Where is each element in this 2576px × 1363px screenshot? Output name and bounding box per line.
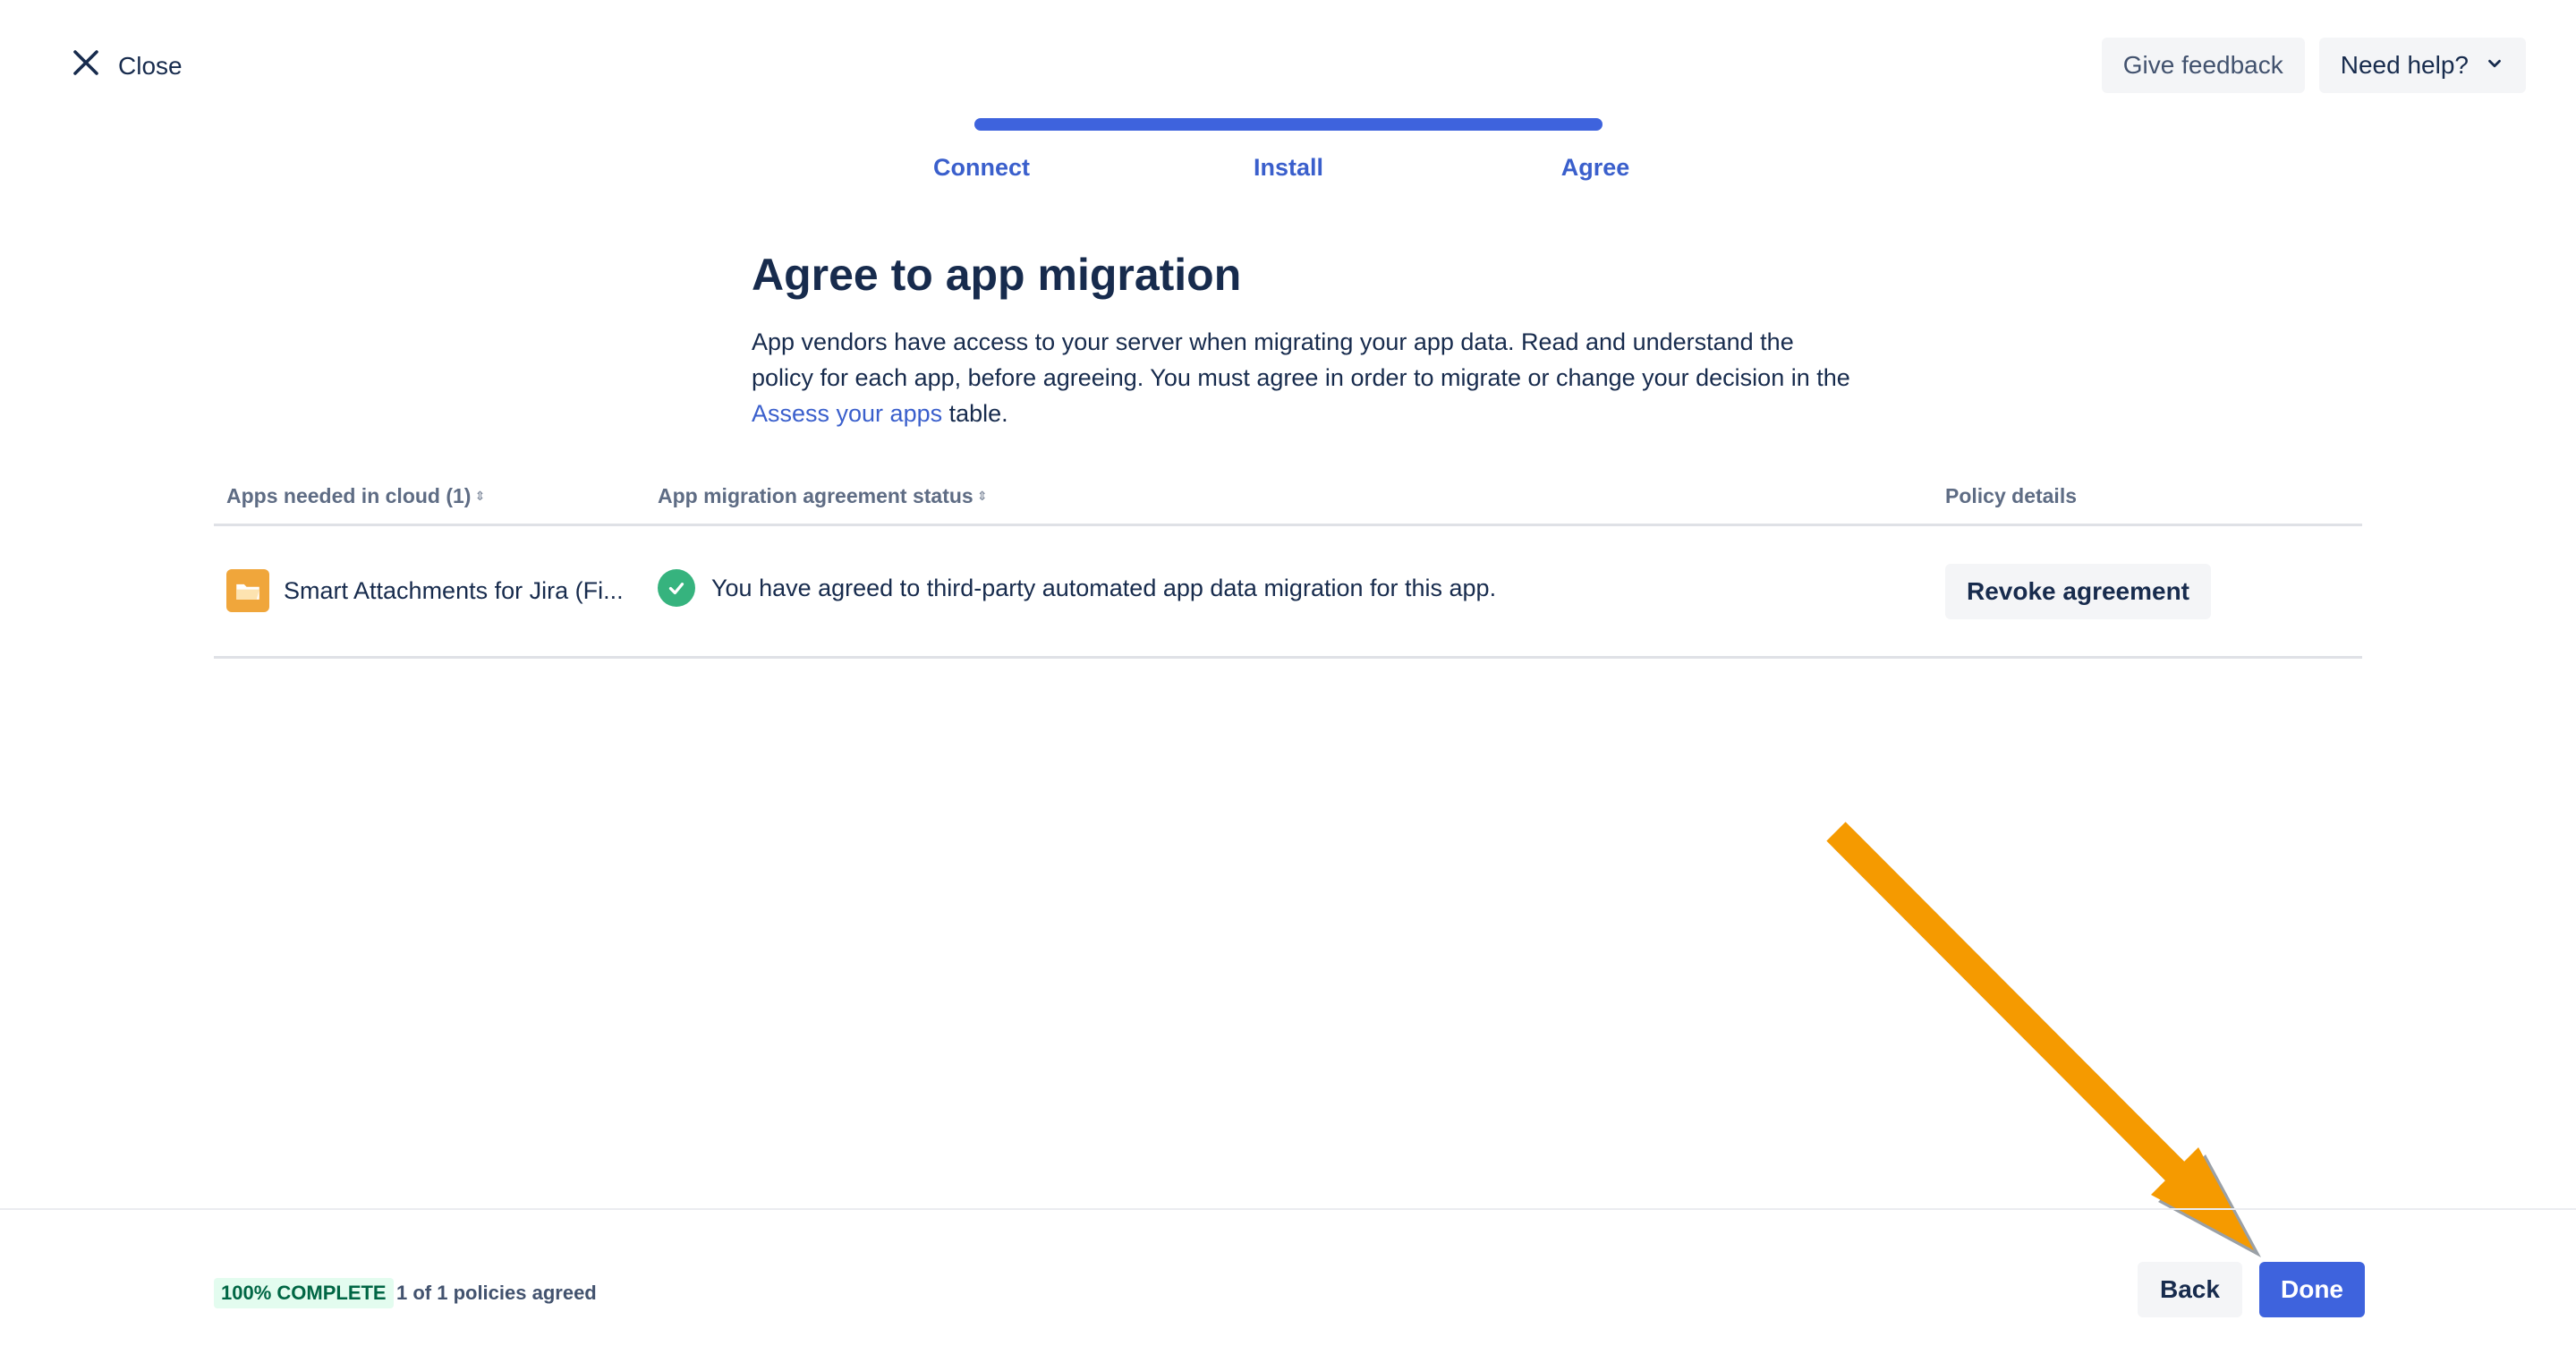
chevron-down-icon	[2485, 51, 2504, 80]
progress-bar	[974, 118, 1603, 131]
app-name: Smart Attachments for Jira (Fi...	[284, 576, 624, 604]
step-connect[interactable]: Connect	[933, 154, 1030, 182]
migration-page: Close Give feedback Need help? Connect I…	[0, 0, 2576, 1363]
close-button[interactable]: Close	[70, 47, 183, 85]
need-help-label: Need help?	[2340, 51, 2469, 79]
table-row: Smart Attachments for Jira (Fi... You ha…	[214, 526, 2362, 659]
complete-badge: 100% COMPLETE	[214, 1278, 394, 1308]
app-cell: Smart Attachments for Jira (Fi...	[226, 569, 624, 612]
page-description: App vendors have access to your server w…	[752, 324, 1852, 431]
column-header-label: App migration agreement status	[658, 484, 973, 507]
status-cell: You have agreed to third-party automated…	[658, 569, 1496, 607]
check-circle-icon	[658, 569, 695, 607]
annotation-arrow	[1826, 822, 2261, 1257]
assess-apps-link[interactable]: Assess your apps	[752, 400, 942, 427]
description-text: App vendors have access to your server w…	[752, 328, 1850, 391]
footer: 100% COMPLETE 1 of 1 policies agreed Bac…	[0, 1208, 2576, 1363]
close-label: Close	[118, 51, 183, 80]
status-text: You have agreed to third-party automated…	[711, 574, 1497, 601]
column-header-label: Policy details	[1945, 484, 2078, 507]
description-text-end: table.	[942, 400, 1008, 427]
column-header-label: Apps needed in cloud (1)	[226, 484, 472, 507]
sort-icon: ⇕	[474, 489, 486, 503]
column-header-policy: Policy details	[1945, 484, 2077, 508]
folder-icon	[226, 569, 269, 612]
done-button[interactable]: Done	[2259, 1262, 2365, 1317]
give-feedback-button[interactable]: Give feedback	[2101, 38, 2305, 93]
column-header-apps[interactable]: Apps needed in cloud (1) ⇕	[226, 484, 485, 508]
apps-table: Apps needed in cloud (1) ⇕ App migration…	[214, 479, 2362, 659]
table-header: Apps needed in cloud (1) ⇕ App migration…	[214, 479, 2362, 526]
step-agree[interactable]: Agree	[1561, 154, 1630, 182]
revoke-agreement-button[interactable]: Revoke agreement	[1945, 564, 2212, 619]
policies-status: 1 of 1 policies agreed	[396, 1282, 597, 1304]
back-button[interactable]: Back	[2138, 1262, 2242, 1317]
give-feedback-label: Give feedback	[2122, 51, 2283, 79]
page-title: Agree to app migration	[752, 250, 1242, 300]
sort-icon: ⇕	[976, 489, 988, 503]
close-icon	[70, 47, 102, 85]
column-header-status[interactable]: App migration agreement status ⇕	[658, 484, 987, 508]
header-actions: Give feedback Need help?	[2101, 38, 2526, 93]
need-help-button[interactable]: Need help?	[2318, 38, 2526, 93]
step-install[interactable]: Install	[1254, 154, 1323, 182]
